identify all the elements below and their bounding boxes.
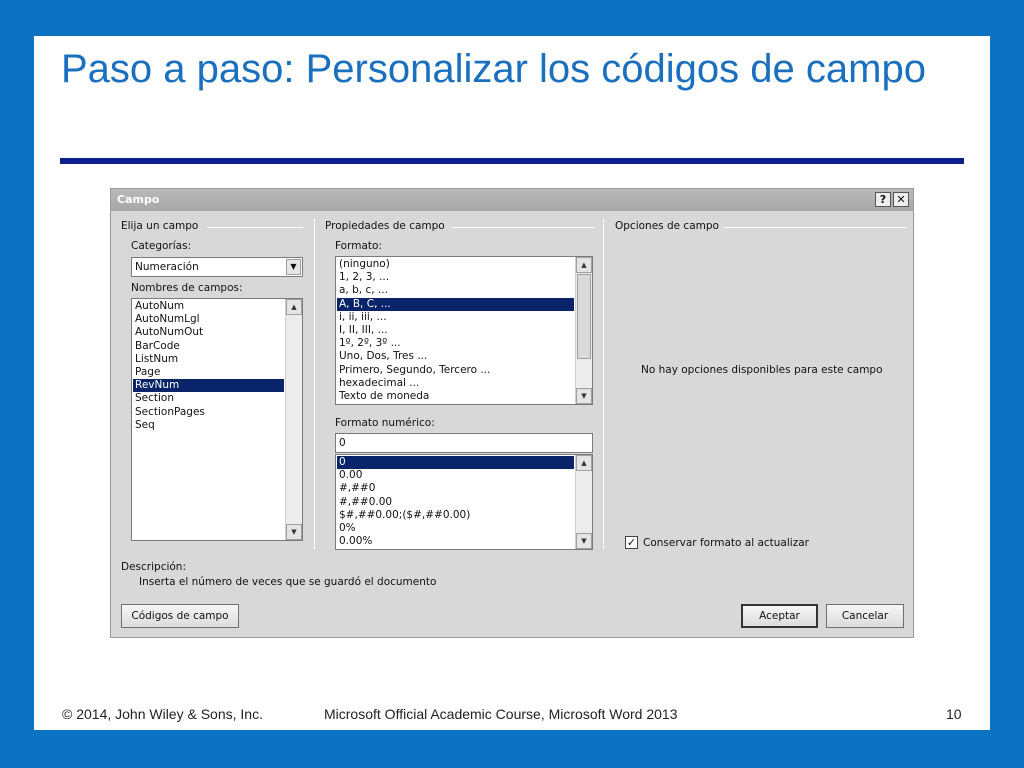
numeric-format-items: 0 0.00 #,##0 #,##0.00 $#,##0.00;($#,##0.00) 0… <box>337 456 574 548</box>
cancel-button[interactable]: Cancelar <box>826 604 904 628</box>
group-divider <box>451 227 595 228</box>
list-item[interactable]: 0.00% <box>337 535 574 548</box>
list-item[interactable]: AutoNumLgl <box>133 313 284 326</box>
list-item[interactable]: A, B, C, ... <box>337 297 574 311</box>
scroll-up-icon[interactable]: ▲ <box>286 299 302 315</box>
scroll-down-icon[interactable]: ▼ <box>286 524 302 540</box>
column-separator <box>603 219 604 549</box>
list-item[interactable]: Section <box>133 392 284 405</box>
dialog-titlebar: Campo ? ✕ <box>111 189 913 211</box>
dialog-title: Campo <box>117 193 160 206</box>
course-text: Microsoft Official Academic Course, Micr… <box>324 706 678 722</box>
field-options-group-label: Opciones de campo <box>615 220 719 232</box>
format-label: Formato: <box>335 240 382 252</box>
list-item[interactable]: BarCode <box>133 340 284 353</box>
list-item[interactable]: RevNum <box>133 379 284 393</box>
title-rule <box>60 158 964 164</box>
list-item[interactable]: I, II, III, ... <box>337 324 574 337</box>
list-item[interactable]: #,##0.00 <box>337 496 574 509</box>
description-text: Inserta el número de veces que se guardó… <box>139 576 437 588</box>
numeric-format-input[interactable]: 0 <box>335 433 593 453</box>
list-item[interactable]: SectionPages <box>133 406 284 419</box>
format-scrollbar[interactable]: ▲ ▼ <box>575 257 592 404</box>
preserve-format-checkbox[interactable]: ✓ <box>625 536 638 549</box>
list-item[interactable]: (ninguno) <box>337 258 574 271</box>
list-item[interactable]: #,##0 <box>337 482 574 495</box>
preserve-format-label: Conservar formato al actualizar <box>643 537 809 549</box>
help-button[interactable]: ? <box>875 192 891 207</box>
column-separator <box>314 219 315 549</box>
categories-value: Numeración <box>135 261 199 273</box>
categories-dropdown[interactable]: Numeración ▼ <box>131 257 303 277</box>
format-list[interactable]: (ninguno) 1, 2, 3, ... a, b, c, ... A, B, C… <box>335 256 593 405</box>
numeric-format-list[interactable]: 0 0.00 #,##0 #,##0.00 $#,##0.00;($#,##0.00) 0… <box>335 454 593 550</box>
list-item[interactable]: Seq <box>133 419 284 432</box>
page-number: 10 <box>946 706 962 722</box>
numeric-format-label: Formato numérico: <box>335 417 435 429</box>
choose-field-group-label: Elija un campo <box>121 220 199 232</box>
list-item[interactable]: 0% <box>337 522 574 535</box>
list-item[interactable]: Uno, Dos, Tres ... <box>337 350 574 363</box>
categories-label: Categorías: <box>131 240 192 252</box>
ok-button[interactable]: Aceptar <box>741 604 818 628</box>
close-button[interactable]: ✕ <box>893 192 909 207</box>
list-item[interactable]: AutoNum <box>133 300 284 313</box>
scroll-down-icon[interactable]: ▼ <box>576 533 592 549</box>
scroll-up-icon[interactable]: ▲ <box>576 257 592 273</box>
list-item[interactable]: 1º, 2º, 3º ... <box>337 337 574 350</box>
copyright-text: © 2014, John Wiley & Sons, Inc. <box>62 706 263 722</box>
description-label: Descripción: <box>121 561 186 573</box>
list-item[interactable]: a, b, c, ... <box>337 284 574 297</box>
list-item[interactable]: 0.00 <box>337 469 574 482</box>
scroll-thumb[interactable] <box>577 274 591 359</box>
slide-title: Paso a paso: Personalizar los códigos de… <box>61 47 926 91</box>
group-divider <box>207 227 303 228</box>
numeric-format-scrollbar[interactable]: ▲ ▼ <box>575 455 592 549</box>
group-divider <box>723 227 907 228</box>
format-items: (ninguno) 1, 2, 3, ... a, b, c, ... A, B, C… <box>337 258 574 403</box>
field-dialog: Campo ? ✕ Elija un campo Categorías: Num… <box>110 188 914 638</box>
field-names-label: Nombres de campos: <box>131 282 243 294</box>
list-item[interactable]: Page <box>133 366 284 379</box>
list-item[interactable]: Primero, Segundo, Tercero ... <box>337 364 574 377</box>
list-item[interactable]: Texto de moneda <box>337 390 574 403</box>
list-item[interactable]: ListNum <box>133 353 284 366</box>
list-item[interactable]: i, ii, iii, ... <box>337 311 574 324</box>
field-names-list[interactable]: AutoNum AutoNumLgl AutoNumOut BarCode ListNu… <box>131 298 303 541</box>
list-item[interactable]: AutoNumOut <box>133 326 284 339</box>
scroll-down-icon[interactable]: ▼ <box>576 388 592 404</box>
list-item[interactable]: $#,##0.00;($#,##0.00) <box>337 509 574 522</box>
list-item[interactable]: hexadecimal ... <box>337 377 574 390</box>
chevron-down-icon[interactable]: ▼ <box>286 259 301 275</box>
no-options-text: No hay opciones disponibles para este ca… <box>641 364 883 376</box>
field-codes-button[interactable]: Códigos de campo <box>121 604 239 628</box>
field-properties-group-label: Propiedades de campo <box>325 220 445 232</box>
list-item[interactable]: 0 <box>337 456 574 470</box>
list-item[interactable]: 1, 2, 3, ... <box>337 271 574 284</box>
field-names-items: AutoNum AutoNumLgl AutoNumOut BarCode ListNu… <box>133 300 284 432</box>
field-names-scrollbar[interactable]: ▲ ▼ <box>285 299 302 540</box>
scroll-up-icon[interactable]: ▲ <box>576 455 592 471</box>
